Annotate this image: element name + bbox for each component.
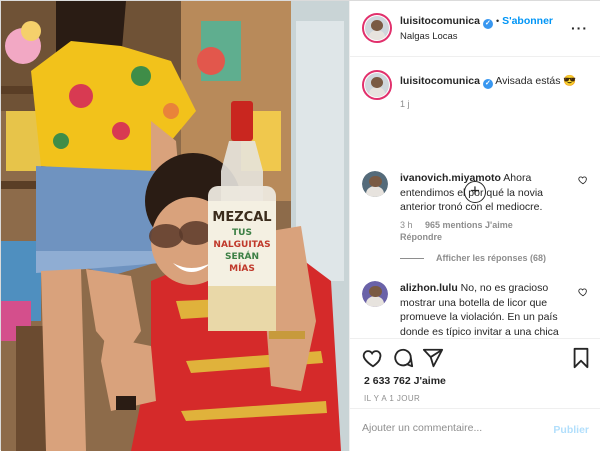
post-header: luisitocomunica ✓ • S'abonner Nalgas Locas … <box>350 1 600 57</box>
comment-meta: 3 h 965 mentions J'aime <box>400 219 513 231</box>
sunglasses-emoji-icon: 😎 <box>563 75 577 87</box>
author-line: luisitocomunica ✓ • S'abonner <box>400 15 553 29</box>
caption-username[interactable]: luisitocomunica <box>400 75 480 87</box>
photo-illustration: MEZCAL TUS NALGUITAS SERÁN MÍAS <box>1 1 349 451</box>
bottle-label-line5: MÍAS <box>229 262 255 274</box>
caption-text: Avisada estás <box>495 75 561 87</box>
publish-button[interactable]: Publier <box>553 424 589 436</box>
comment-heart-icon[interactable] <box>578 287 588 297</box>
author-username[interactable]: luisitocomunica <box>400 15 480 27</box>
bottle-label-line1: MEZCAL <box>212 210 271 225</box>
bookmark-icon[interactable] <box>570 347 592 369</box>
caption-text-block: luisitocomunica ✓ Avisada estás 😎 <box>400 74 590 89</box>
instagram-post: MEZCAL TUS NALGUITAS SERÁN MÍAS luisitoc… <box>0 0 600 451</box>
caption-avatar[interactable] <box>362 70 392 100</box>
comment-body: alizhon.lulu No, no es gracioso mostrar … <box>400 281 575 338</box>
author-avatar[interactable] <box>362 13 392 43</box>
dot-separator: • <box>495 16 500 26</box>
commenter-username[interactable]: ivanovich.miyamoto <box>400 172 501 184</box>
heart-icon[interactable] <box>362 347 384 369</box>
add-comment-bar: Publier <box>350 408 600 451</box>
bottle-label-line3: NALGUITAS <box>213 240 270 250</box>
caption-time[interactable]: 1 j <box>400 99 410 109</box>
reply-button[interactable]: Répondre <box>400 231 442 243</box>
view-replies-button[interactable]: Afficher les réponses (68) <box>400 253 546 263</box>
more-options-icon[interactable]: ··· <box>571 20 588 36</box>
post-location[interactable]: Nalgas Locas <box>400 31 458 42</box>
commenter-username[interactable]: alizhon.lulu <box>400 282 458 294</box>
commenter-avatar[interactable] <box>362 171 388 197</box>
post-details-panel: luisitocomunica ✓ • S'abonner Nalgas Locas … <box>349 1 600 451</box>
post-photo[interactable]: MEZCAL TUS NALGUITAS SERÁN MÍAS <box>1 1 349 451</box>
verified-badge-icon: ✓ <box>482 19 493 29</box>
comment-time[interactable]: 3 h <box>400 220 413 230</box>
verified-badge-icon: ✓ <box>482 79 493 89</box>
comments-section[interactable]: luisitocomunica ✓ Avisada estás 😎 1 j + i… <box>350 58 600 338</box>
share-icon[interactable] <box>422 347 444 369</box>
commenter-avatar[interactable] <box>362 281 388 307</box>
comment-heart-icon[interactable] <box>578 175 588 185</box>
follow-button[interactable]: S'abonner <box>502 15 553 27</box>
bottle-label-line2: TUS <box>232 228 252 238</box>
likes-count[interactable]: 2 633 762 J'aime <box>364 375 446 387</box>
post-date[interactable]: IL Y A 1 JOUR <box>364 394 420 403</box>
comment-input[interactable] <box>362 422 542 434</box>
bottle-label-line4: SERÁN <box>225 250 259 262</box>
comment-body: ivanovich.miyamoto Ahora entendimos el p… <box>400 171 575 215</box>
comment-likes[interactable]: 965 mentions J'aime <box>425 220 513 230</box>
comment-icon[interactable] <box>392 347 414 369</box>
